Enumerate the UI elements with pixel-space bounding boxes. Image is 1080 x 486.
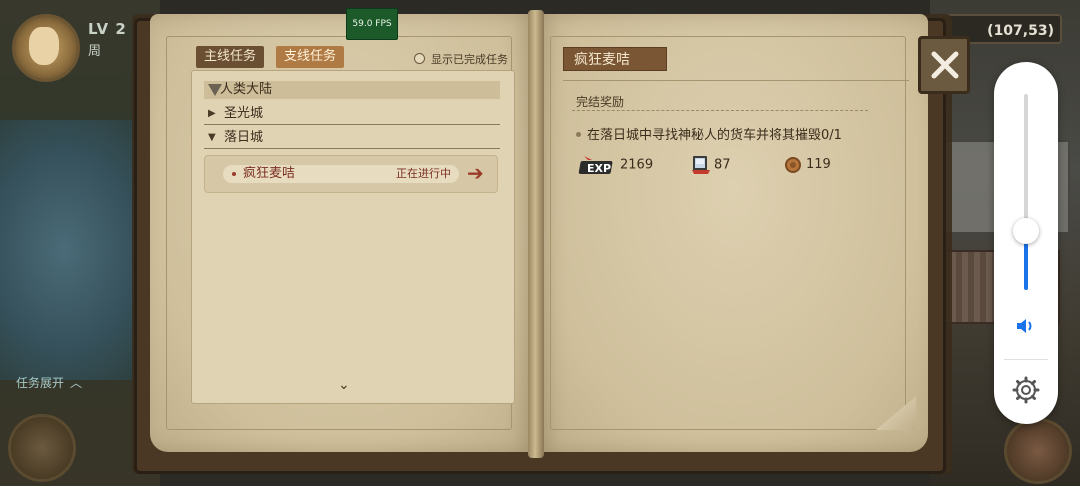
volume-slider-thumb[interactable] xyxy=(1013,218,1039,245)
quest-list-item[interactable]: 疯狂麦咭 正在进行中 ➔ xyxy=(204,155,498,193)
city-label: 圣光城 xyxy=(224,106,264,121)
task-expand-button[interactable]: 任务展开 ︿ xyxy=(16,374,82,391)
expand-arrow-icon: ▶ xyxy=(208,108,216,119)
quest-objective: 在落日城中寻找神秘人的货车并将其摧毁0/1 xyxy=(576,124,842,143)
region-label: 人类大陆 xyxy=(220,82,273,97)
collapse-arrow-icon: ▼ xyxy=(208,132,216,143)
svg-text:EXP: EXP xyxy=(587,162,611,175)
city-item-shengguang[interactable]: ▶ 圣光城 xyxy=(204,103,500,125)
city-label: 落日城 xyxy=(224,130,264,145)
quest-status: 正在进行中 xyxy=(396,167,451,180)
show-completed-toggle[interactable]: 显示已完成任务 xyxy=(414,51,508,67)
show-completed-label: 显示已完成任务 xyxy=(431,53,508,66)
chevron-down-icon[interactable]: ⌄ xyxy=(338,377,350,393)
tab-side-quests[interactable]: 支线任务 xyxy=(276,46,345,68)
book-spine xyxy=(528,10,544,458)
reward-card-value: 87 xyxy=(714,157,731,173)
quest-title: 疯狂麦咭 xyxy=(563,47,667,71)
reward-card: 87 xyxy=(690,154,731,176)
building-icon[interactable] xyxy=(1004,418,1072,484)
chevron-up-icon: ︿ xyxy=(70,376,83,390)
city-item-luori[interactable]: ▼ 落日城 xyxy=(204,127,500,149)
reward-exp-value: 2169 xyxy=(620,157,654,173)
title-divider xyxy=(563,80,909,81)
volume-divider xyxy=(1004,359,1048,360)
gear-icon[interactable] xyxy=(1011,375,1041,405)
card-icon xyxy=(692,156,710,174)
task-expand-label: 任务展开 xyxy=(16,376,65,390)
fps-counter: 59.0 FPS xyxy=(346,8,398,40)
volume-icon[interactable] xyxy=(1014,314,1038,338)
exp-icon: EXP xyxy=(578,156,613,175)
reward-header: 完结奖励 xyxy=(576,95,625,109)
reward-coin: 119 xyxy=(784,154,831,176)
pet-icon[interactable] xyxy=(8,414,76,482)
coin-icon xyxy=(785,156,801,173)
quest-list-panel: 人类大陆 ▶ 圣光城 ▼ 落日城 疯狂麦咭 正在进行中 ➔ ⌄ xyxy=(191,70,515,404)
quest-name: 疯狂麦咭 xyxy=(243,166,296,181)
reward-coin-value: 119 xyxy=(806,157,831,172)
objective-bullet xyxy=(576,132,581,137)
tab-main-quests[interactable]: 主线任务 xyxy=(196,46,265,68)
reward-exp: EXP 2169 xyxy=(578,154,653,176)
player-level: LV 2 xyxy=(88,20,127,38)
close-icon xyxy=(931,51,959,79)
reward-divider xyxy=(572,110,868,111)
collapse-triangle-icon xyxy=(208,84,222,96)
quest-bullet xyxy=(232,172,236,176)
player-avatar[interactable] xyxy=(12,14,80,82)
radio-icon[interactable] xyxy=(414,53,425,64)
volume-panel xyxy=(994,62,1058,424)
close-button[interactable] xyxy=(918,36,970,94)
objective-text: 在落日城中寻找神秘人的货车并将其摧毁0/1 xyxy=(587,128,842,143)
region-header[interactable]: 人类大陆 xyxy=(204,81,500,99)
arrow-right-icon[interactable]: ➔ xyxy=(467,163,491,183)
player-name: 周 xyxy=(88,44,102,59)
